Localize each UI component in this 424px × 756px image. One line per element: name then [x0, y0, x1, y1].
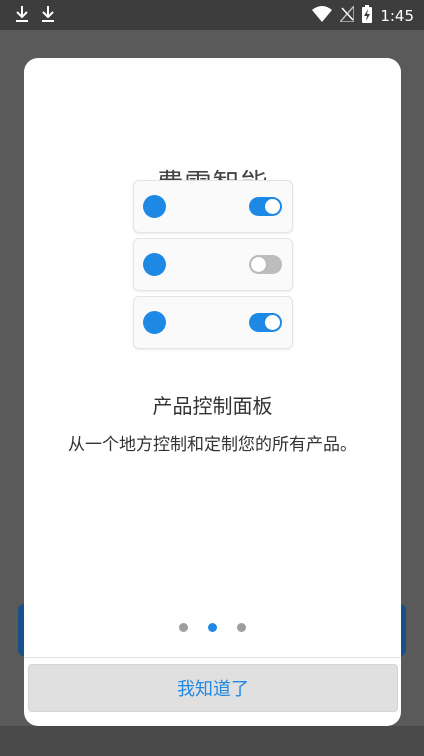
download-icon: [40, 4, 56, 28]
toggle-switch-icon: [249, 255, 282, 274]
illustration-card-1: [133, 180, 293, 233]
blue-circle-icon: [143, 253, 166, 276]
no-signal-icon: [338, 4, 356, 26]
status-bar: 1:45: [0, 0, 424, 30]
blue-circle-icon: [143, 311, 166, 334]
divider: [24, 657, 401, 658]
onboarding-dialog: 费雪智能 产品控制面板 从一个地方控制和定制您的所有产品。 我知道了: [24, 58, 401, 726]
toggle-switch-icon: [249, 313, 282, 332]
got-it-button[interactable]: 我知道了: [28, 664, 398, 712]
feature-title: 产品控制面板: [152, 394, 273, 418]
illustration-card-2: [133, 238, 293, 291]
page-dot[interactable]: [208, 623, 217, 632]
download-icon: [14, 4, 30, 28]
status-time: 1:45: [380, 7, 414, 25]
page-indicator: [24, 623, 401, 632]
wifi-icon: [312, 6, 333, 26]
blue-circle-icon: [143, 195, 166, 218]
toggle-knob: [265, 315, 280, 330]
toggle-knob: [251, 257, 266, 272]
page-dot[interactable]: [179, 623, 188, 632]
page-dot[interactable]: [237, 623, 246, 632]
feature-description: 从一个地方控制和定制您的所有产品。: [68, 435, 357, 455]
illustration-card-3: [133, 296, 293, 349]
toggle-knob: [265, 199, 280, 214]
toggle-switch-icon: [249, 197, 282, 216]
backdrop-bottom: [0, 726, 424, 756]
battery-charging-icon: [362, 5, 373, 27]
